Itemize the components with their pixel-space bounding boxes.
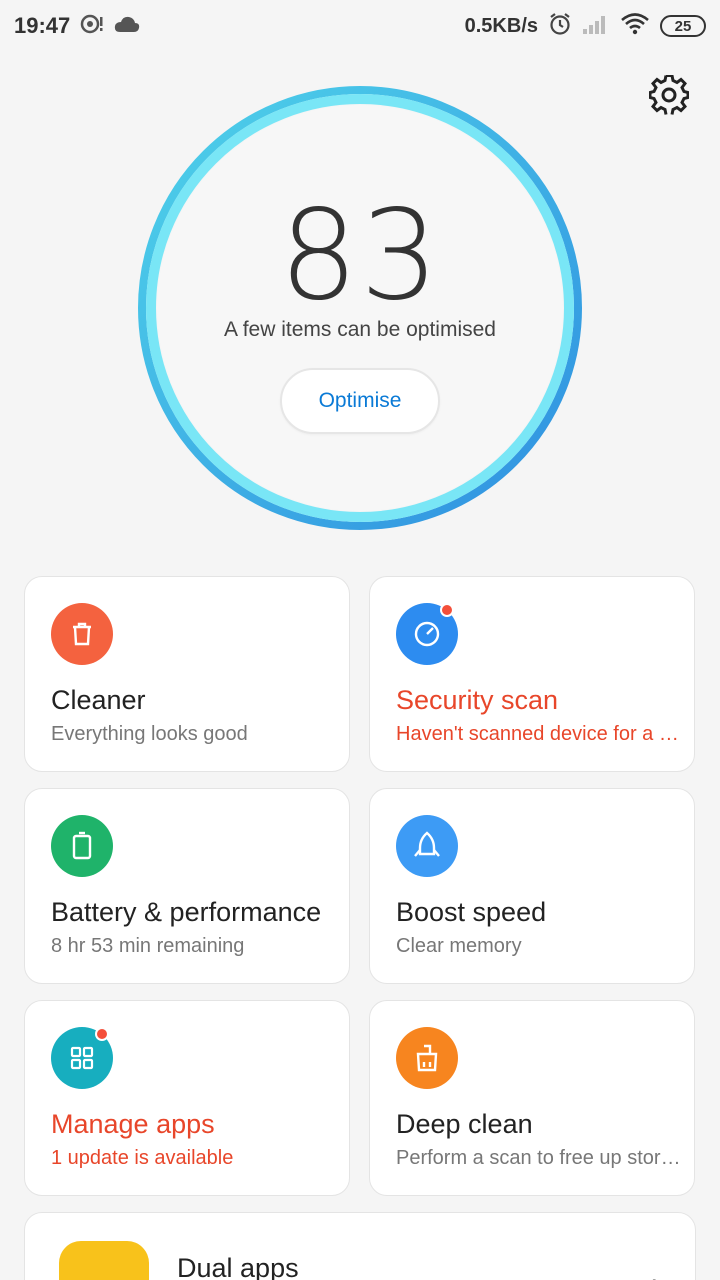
network-speed: 0.5KB/s xyxy=(464,14,538,37)
battery-icon xyxy=(51,815,113,877)
chevron-right-icon: › xyxy=(652,1267,661,1280)
card-subtitle: 1 update is available xyxy=(51,1147,234,1169)
status-left: 19:47 xyxy=(14,13,140,40)
trash-icon xyxy=(51,603,113,665)
card-title: Security scan xyxy=(396,685,559,715)
optimise-button[interactable]: Optimise xyxy=(280,368,440,434)
signal-icon xyxy=(582,13,610,40)
health-score: 83 A few items can be optimised Optimise xyxy=(136,84,584,532)
alarm-icon xyxy=(548,12,572,41)
score-value: 83 xyxy=(279,184,441,328)
card-title: Boost speed xyxy=(396,897,547,927)
sync-icon xyxy=(80,13,104,40)
card-subtitle: Perform a scan to free up storage xyxy=(396,1147,686,1169)
card-title: Cleaner xyxy=(51,685,146,715)
card-title: Dual apps xyxy=(177,1253,299,1280)
gear-icon xyxy=(648,73,690,120)
notification-dot xyxy=(440,603,454,617)
status-time: 19:47 xyxy=(14,13,71,38)
broom-icon xyxy=(396,1027,458,1089)
card-deep-clean[interactable]: Deep clean Perform a scan to free up sto… xyxy=(369,1000,695,1196)
card-subtitle: Haven't scanned device for a while xyxy=(396,723,686,745)
card-security-scan[interactable]: Security scan Haven't scanned device for… xyxy=(369,576,695,772)
score-caption: A few items can be optimised xyxy=(224,318,496,341)
shield-scan-icon xyxy=(396,603,458,665)
card-title: Battery & performance xyxy=(51,897,322,927)
card-title: Deep clean xyxy=(396,1109,533,1139)
apps-grid-icon xyxy=(51,1027,113,1089)
status-right: 0.5KB/s 25 xyxy=(465,12,706,41)
card-dual-apps[interactable]: Dual apps › xyxy=(24,1212,696,1280)
rocket-icon xyxy=(396,815,458,877)
status-bar: 19:47 0.5KB/s 25 xyxy=(0,0,720,52)
card-subtitle: Clear memory xyxy=(396,935,522,957)
card-manage-apps[interactable]: Manage apps 1 update is available xyxy=(24,1000,350,1196)
card-title: Manage apps xyxy=(51,1109,215,1139)
card-cleaner[interactable]: Cleaner Everything looks good xyxy=(24,576,350,772)
card-subtitle: Everything looks good xyxy=(51,723,248,745)
battery-indicator: 25 xyxy=(660,15,706,37)
notification-dot xyxy=(95,1027,109,1041)
dual-apps-icon xyxy=(59,1241,149,1280)
wifi-icon xyxy=(620,12,650,41)
card-battery-performance[interactable]: Battery & performance 8 hr 53 min remain… xyxy=(24,788,350,984)
card-subtitle: 8 hr 53 min remaining xyxy=(51,935,245,957)
card-boost-speed[interactable]: Boost speed Clear memory xyxy=(369,788,695,984)
settings-button[interactable] xyxy=(648,73,690,120)
cloud-icon xyxy=(114,15,140,38)
